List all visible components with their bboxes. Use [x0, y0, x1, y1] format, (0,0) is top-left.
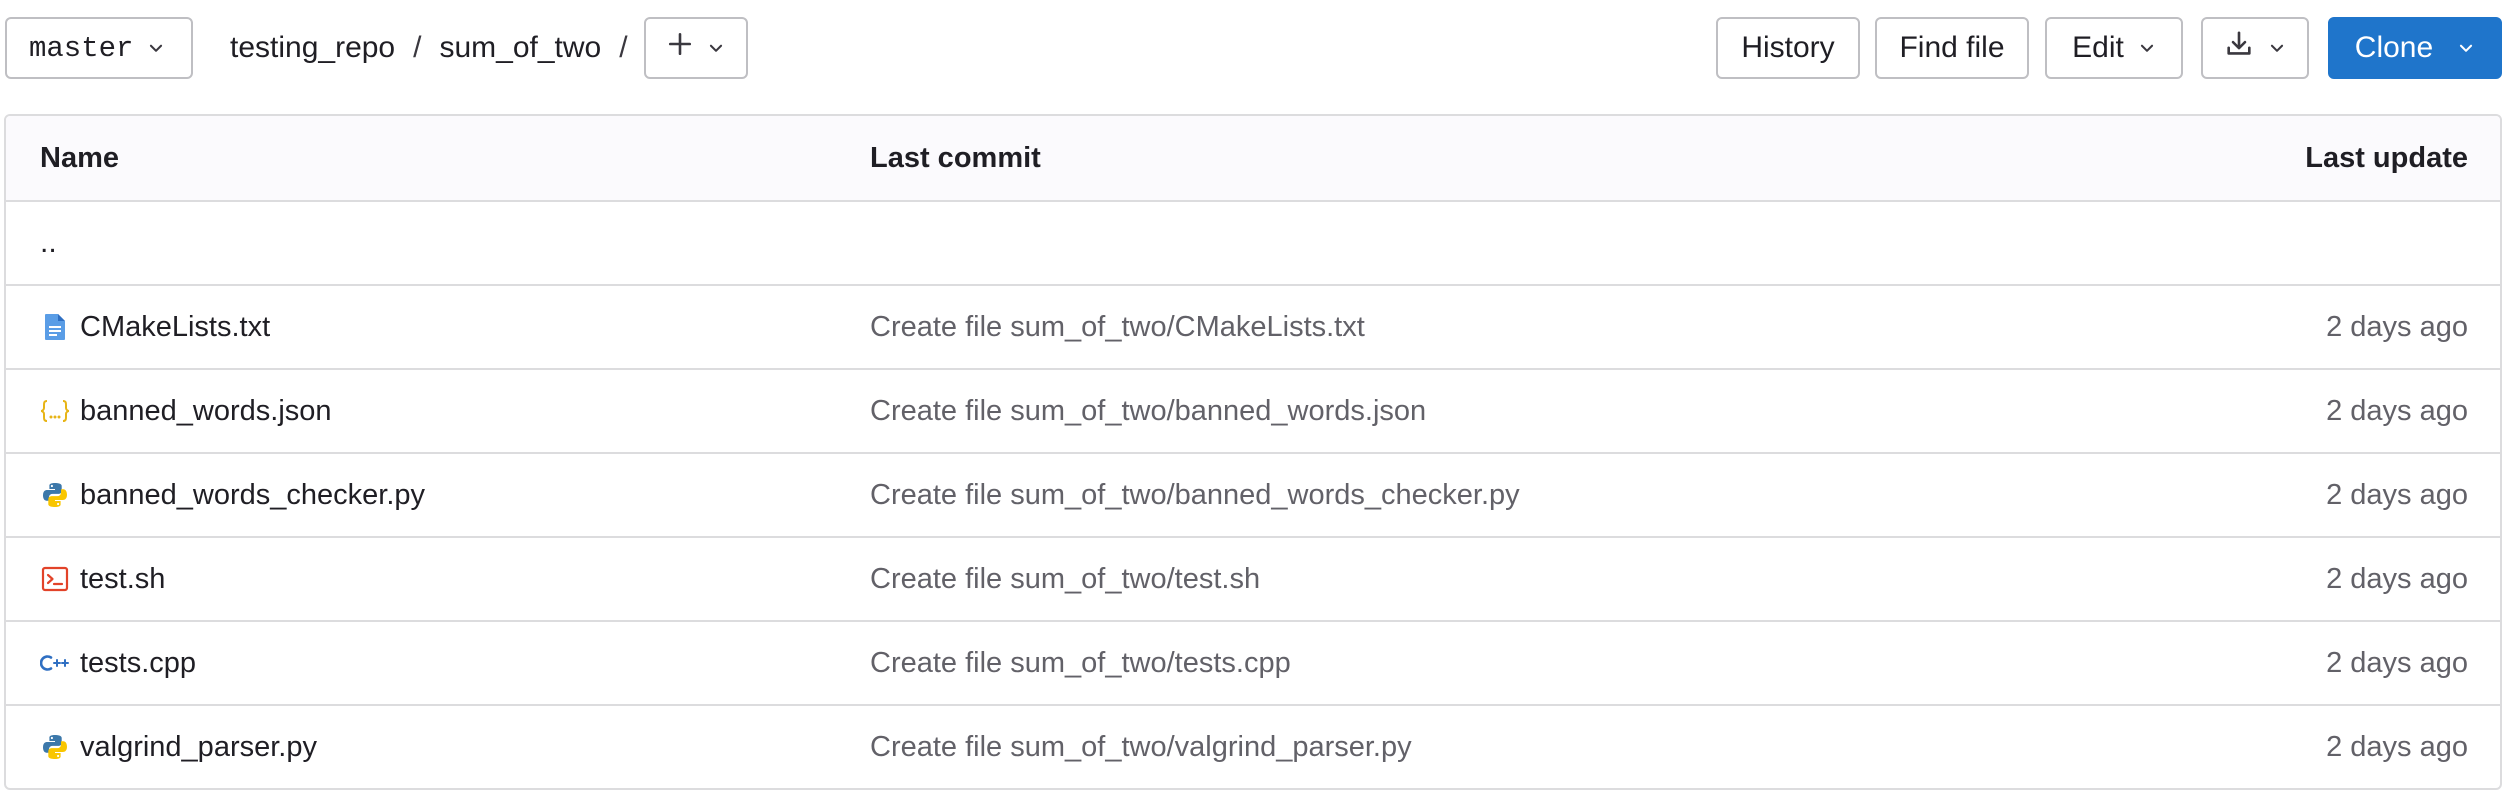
chevron-down-icon [2138, 39, 2156, 57]
file-name-cell: CMakeLists.txt [40, 286, 270, 368]
file-name-cell: banned_words_checker.py [40, 454, 425, 536]
last-update-time: 2 days ago [2326, 394, 2468, 427]
table-row[interactable]: valgrind_parser.py Create file sum_of_tw… [6, 706, 2500, 788]
breadcrumb-item-folder[interactable]: sum_of_two [439, 31, 601, 65]
file-name-link[interactable]: banned_words.json [80, 395, 332, 428]
edit-button-label: Edit [2072, 31, 2124, 64]
last-update-time: 2 days ago [2326, 478, 2468, 511]
python-file-icon [40, 480, 70, 510]
breadcrumb-separator: / [619, 31, 628, 64]
last-update-time: 2 days ago [2326, 562, 2468, 595]
file-name-cell: tests.cpp [40, 622, 196, 704]
last-update-time: 2 days ago [2326, 310, 2468, 343]
table-row[interactable]: CMakeLists.txt Create file sum_of_two/CM… [6, 286, 2500, 370]
table-header: Name Last commit Last update [6, 116, 2500, 202]
last-commit-message[interactable]: Create file sum_of_two/banned_words.json [870, 370, 1426, 452]
shell-file-icon [40, 564, 70, 594]
file-name-link[interactable]: CMakeLists.txt [80, 311, 270, 344]
column-header-last-commit: Last commit [870, 141, 1041, 174]
table-row[interactable]: banned_words.json Create file sum_of_two… [6, 370, 2500, 454]
download-icon [2224, 29, 2254, 67]
python-file-icon [40, 732, 70, 762]
table-row[interactable]: tests.cpp Create file sum_of_two/tests.c… [6, 622, 2500, 706]
branch-selector-button[interactable]: master [5, 17, 193, 79]
breadcrumb: testing_repo / sum_of_two / [230, 26, 646, 70]
file-name-link[interactable]: valgrind_parser.py [80, 731, 317, 764]
breadcrumb-item-repo[interactable]: testing_repo [230, 31, 395, 65]
repository-toolbar: master testing_repo / sum_of_two / Histo… [0, 0, 2508, 96]
find-file-button[interactable]: Find file [1875, 17, 2029, 79]
chevron-down-icon [707, 39, 725, 57]
last-commit-message[interactable]: Create file sum_of_two/CMakeLists.txt [870, 286, 1365, 368]
download-dropdown-button[interactable] [2201, 17, 2309, 79]
last-update-time: 2 days ago [2326, 730, 2468, 763]
plus-icon [667, 31, 693, 65]
find-file-button-label: Find file [1899, 31, 2005, 64]
table-row[interactable]: banned_words_checker.py Create file sum_… [6, 454, 2500, 538]
last-commit-message[interactable]: Create file sum_of_two/tests.cpp [870, 622, 1291, 704]
add-to-tree-button[interactable] [644, 17, 748, 79]
last-update-time: 2 days ago [2326, 646, 2468, 679]
last-commit-message[interactable]: Create file sum_of_two/test.sh [870, 538, 1260, 620]
breadcrumb-separator: / [413, 31, 422, 64]
file-tree-table: Name Last commit Last update .. CMakeLis… [4, 114, 2502, 790]
file-name-link[interactable]: banned_words_checker.py [80, 479, 425, 512]
history-button[interactable]: History [1716, 17, 1860, 79]
file-name-link[interactable]: test.sh [80, 563, 165, 596]
column-header-last-update: Last update [2305, 141, 2468, 174]
table-row[interactable]: test.sh Create file sum_of_two/test.sh 2… [6, 538, 2500, 622]
parent-directory-row[interactable]: .. [6, 202, 2500, 286]
chevron-down-icon [2268, 39, 2286, 57]
last-commit-message[interactable]: Create file sum_of_two/valgrind_parser.p… [870, 706, 1412, 788]
branch-name: master [29, 31, 134, 65]
history-button-label: History [1741, 31, 1835, 64]
text-file-icon [40, 312, 70, 342]
clone-dropdown-button[interactable]: Clone [2328, 17, 2502, 79]
chevron-down-icon [147, 39, 165, 57]
last-commit-message[interactable]: Create file sum_of_two/banned_words_chec… [870, 454, 1520, 536]
file-name-cell: banned_words.json [40, 370, 332, 452]
parent-directory-link[interactable]: .. [40, 202, 57, 284]
clone-button-label: Clone [2354, 31, 2434, 64]
column-header-name: Name [40, 141, 119, 174]
file-name-cell: test.sh [40, 538, 165, 620]
file-name-cell: valgrind_parser.py [40, 706, 317, 788]
cpp-file-icon [40, 648, 70, 678]
json-file-icon [40, 396, 70, 426]
chevron-down-icon [2457, 39, 2475, 57]
edit-dropdown-button[interactable]: Edit [2045, 17, 2183, 79]
file-name-link[interactable]: tests.cpp [80, 647, 196, 680]
